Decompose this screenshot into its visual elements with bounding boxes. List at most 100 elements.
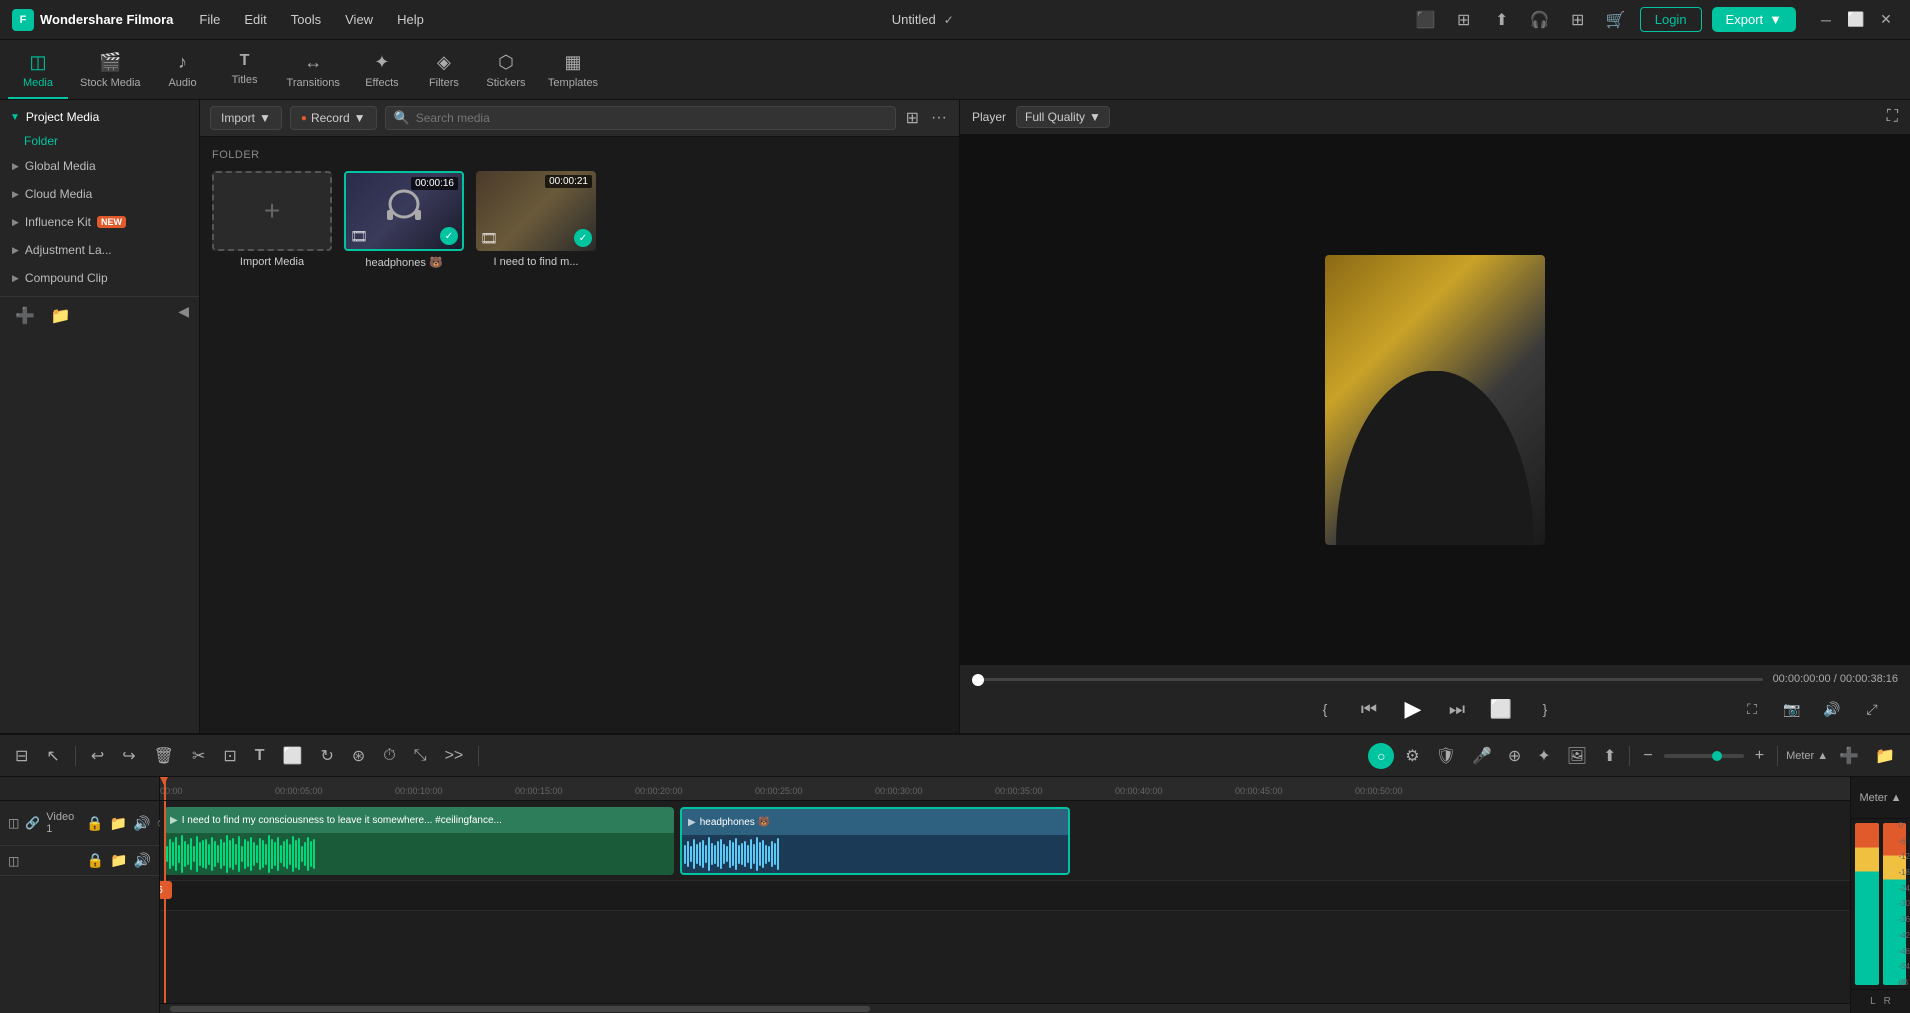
track-label-audio1: ◫ 🔒 📁 🔊 [0, 846, 159, 876]
progress-bar[interactable] [972, 678, 1763, 681]
stop-button[interactable]: ⬜ [1485, 693, 1517, 725]
text-tool[interactable]: T [250, 744, 270, 768]
volume-icon[interactable]: 🔊 [1816, 693, 1848, 725]
ripple-tool[interactable]: ⊛ [347, 743, 370, 769]
tab-templates[interactable]: ▦ Templates [538, 46, 608, 99]
monitor-icon[interactable]: ⬛ [1412, 6, 1440, 34]
sidebar-collapse-button[interactable]: ◀ [178, 303, 189, 329]
progress-handle[interactable] [972, 674, 984, 686]
filter-icon[interactable]: ⊞ [904, 106, 921, 130]
audio-folder-icon[interactable]: 📁 [110, 852, 127, 869]
export-tool[interactable]: ⬆ [1598, 743, 1621, 769]
rewind-button[interactable]: ⏮ [1353, 693, 1385, 725]
rotate-tool[interactable]: ↻ [315, 743, 338, 769]
maximize-button[interactable]: ⬜ [1844, 8, 1868, 32]
wbar [226, 835, 228, 873]
step-forward-button[interactable]: ⏭ [1441, 693, 1473, 725]
tab-effects[interactable]: ✦ Effects [352, 46, 412, 99]
tab-media[interactable]: ◫ Media [8, 46, 68, 99]
bracket-right-icon[interactable]: } [1529, 693, 1561, 725]
timeline-ruler[interactable]: 00:00 00:00:05:00 00:00:10:00 00:00:15:0… [160, 777, 1850, 801]
sidebar-item-adjustment[interactable]: ▶ Adjustment La... [0, 236, 199, 264]
menu-help[interactable]: Help [387, 8, 434, 31]
quality-select[interactable]: Full Quality ▼ [1016, 106, 1110, 128]
audio-volume-icon[interactable]: 🔊 [134, 852, 151, 869]
timeline-scrollbar[interactable] [160, 1003, 1850, 1013]
track-lock-icon[interactable]: 🔒 [86, 815, 103, 832]
preview-expand-icon[interactable]: ⛶ [1887, 108, 1898, 126]
add-track-button[interactable]: ➕ [1834, 743, 1864, 769]
bracket-left-icon[interactable]: { [1309, 693, 1341, 725]
menu-file[interactable]: File [189, 8, 230, 31]
meter-footer: L R [1851, 989, 1910, 1013]
fullscreen-icon[interactable]: ⛶ [1736, 693, 1768, 725]
tab-stickers[interactable]: ⬡ Stickers [476, 46, 536, 99]
export-button[interactable]: Export ▼ [1712, 7, 1796, 32]
zoom-plus[interactable]: + [1750, 744, 1769, 768]
expand-icon[interactable]: ⤢ [1856, 693, 1888, 725]
settings-tool[interactable]: ⚙ [1400, 743, 1424, 769]
track-layer-icon: ◫ [8, 816, 19, 830]
crop-button[interactable]: ⊡ [218, 743, 241, 769]
wbar [178, 845, 180, 864]
sparkle-tool[interactable]: ✦ [1532, 743, 1555, 769]
layout-icon[interactable]: ⊞ [1450, 6, 1478, 34]
cursor-tool[interactable]: ↖ [41, 743, 64, 769]
sidebar-item-project-media[interactable]: ▼ Project Media [0, 104, 199, 130]
video-clip-2[interactable]: ▶ headphones 🐻 [680, 807, 1070, 875]
sidebar-folder-label[interactable]: Folder [0, 130, 199, 152]
login-button[interactable]: Login [1640, 7, 1702, 32]
picture-tool[interactable]: 🖼 [1562, 743, 1592, 769]
tab-filters[interactable]: ◈ Filters [414, 46, 474, 99]
cut-button[interactable]: ✂ [187, 743, 210, 769]
upload-icon[interactable]: ⬆ [1488, 6, 1516, 34]
minimize-button[interactable]: ─ [1814, 8, 1838, 32]
tab-transitions[interactable]: ↔ Transitions [277, 46, 350, 99]
play-button[interactable]: ▶ [1397, 693, 1429, 725]
more-icon[interactable]: ··· [929, 107, 949, 129]
track-folder-icon[interactable]: 📁 [110, 815, 127, 832]
tab-audio[interactable]: ♪ Audio [153, 46, 213, 99]
tab-stock-media[interactable]: 🎬 Stock Media [70, 46, 151, 99]
headset-icon[interactable]: 🎧 [1526, 6, 1554, 34]
mic-tool[interactable]: 🎤 [1467, 743, 1497, 769]
menu-tools[interactable]: Tools [281, 8, 331, 31]
folder-button[interactable]: 📁 [46, 303, 76, 329]
rect-tool[interactable]: ⬜ [278, 743, 308, 769]
speed-tool[interactable]: ⏱ [378, 744, 400, 768]
undo-button[interactable]: ↩ [86, 743, 109, 769]
grid-icon[interactable]: ⊞ [1564, 6, 1592, 34]
sidebar-item-global-media[interactable]: ▶ Global Media [0, 152, 199, 180]
import-media-item[interactable]: + Import Media [212, 171, 332, 269]
record-button[interactable]: ● Record ▼ [290, 106, 377, 130]
add-folder-button[interactable]: ➕ [10, 303, 40, 329]
sidebar-item-compound-clip[interactable]: ▶ Compound Clip [0, 264, 199, 292]
delete-button[interactable]: 🗑 [149, 743, 179, 769]
close-button[interactable]: ✕ [1874, 8, 1898, 32]
search-input[interactable] [416, 111, 887, 125]
multi-track-icon[interactable]: ⊟ [10, 743, 33, 769]
video-clip-1[interactable]: ▶ I need to find my consciousness to lea… [164, 807, 674, 875]
menu-edit[interactable]: Edit [234, 8, 276, 31]
audio-lock-icon[interactable]: 🔒 [87, 852, 104, 869]
more-tools[interactable]: >> [440, 744, 469, 768]
import-button[interactable]: Import ▼ [210, 106, 282, 130]
redo-button[interactable]: ↪ [117, 743, 140, 769]
track-volume-icon[interactable]: 🔊 [133, 815, 150, 832]
cart-icon[interactable]: 🛒 [1602, 6, 1630, 34]
green-tool-button[interactable]: ○ [1368, 743, 1394, 769]
media-item-second[interactable]: 00:00:21 🎞 ✓ I need to find m... [476, 171, 596, 269]
zoom-minus[interactable]: − [1638, 744, 1657, 768]
zoom-slider[interactable] [1664, 754, 1744, 758]
sidebar-item-influence-kit[interactable]: ▶ Influence Kit NEW [0, 208, 199, 236]
scrollbar-thumb[interactable] [170, 1006, 870, 1012]
layers-tool[interactable]: ⊕ [1503, 743, 1526, 769]
snapshot-icon[interactable]: 📷 [1776, 693, 1808, 725]
expand-tool[interactable]: ⤡ [409, 744, 432, 768]
shield-tool[interactable]: 🛡 [1431, 743, 1461, 769]
remove-track-button[interactable]: 📁 [1870, 743, 1900, 769]
tab-titles[interactable]: T Titles [215, 46, 275, 99]
sidebar-item-cloud-media[interactable]: ▶ Cloud Media [0, 180, 199, 208]
media-item-headphones[interactable]: 00:00:16 🎞 ✓ headphones 🐻 [344, 171, 464, 269]
menu-view[interactable]: View [335, 8, 383, 31]
